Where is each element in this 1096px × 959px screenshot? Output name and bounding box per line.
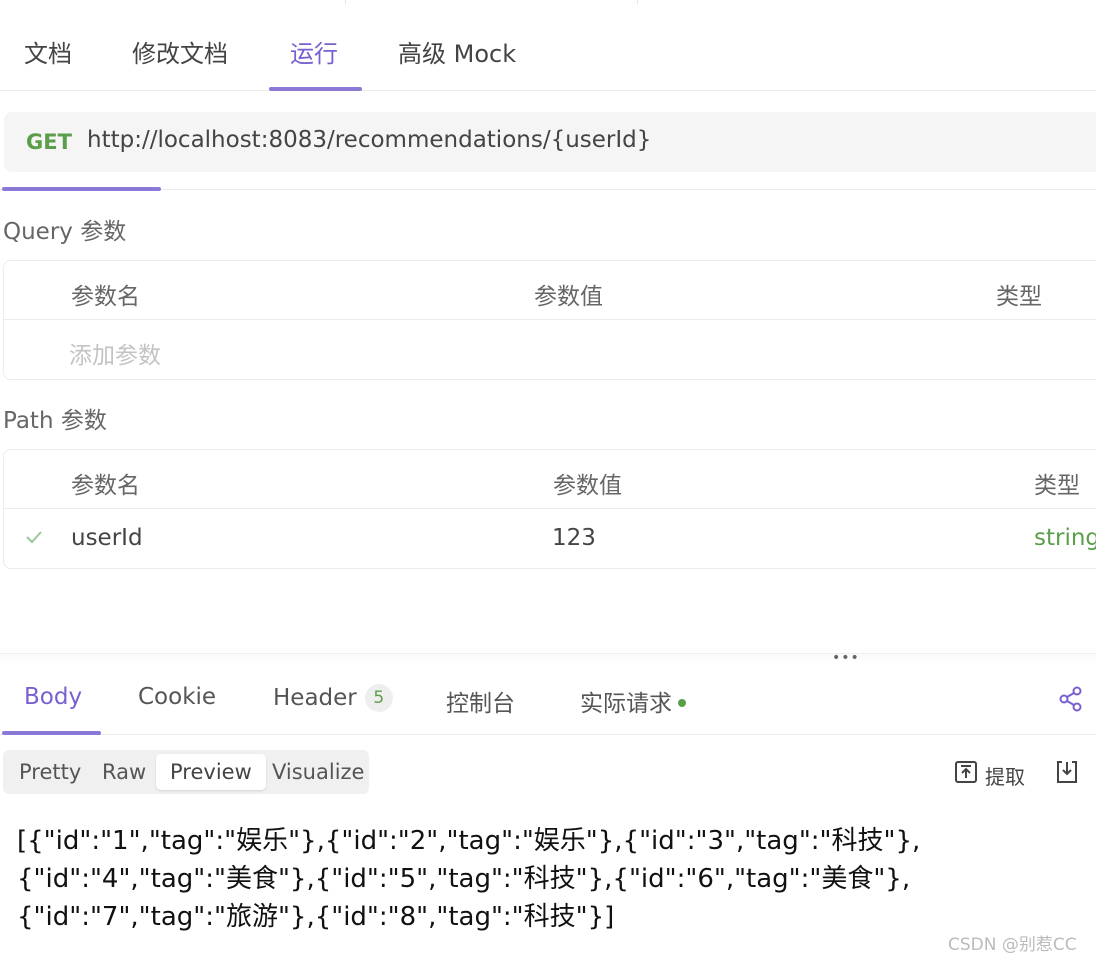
status-dot [678, 699, 686, 707]
watermark: CSDN @别惹CC [948, 935, 1077, 955]
top-strip [0, 0, 1096, 4]
tab-advanced-mock[interactable]: 高级 Mock [398, 34, 516, 69]
column-header-value: 参数值 [534, 284, 603, 310]
share-icon[interactable] [1058, 686, 1084, 712]
top-tab-bar: 文档 修改文档 运行 高级 Mock [0, 20, 1096, 91]
column-header-name: 参数名 [71, 473, 140, 499]
request-url[interactable]: http://localhost:8083/recommendations/{u… [87, 127, 651, 153]
add-param-row[interactable]: 添加参数 [4, 320, 1096, 379]
param-type-cell[interactable]: string [1034, 525, 1096, 551]
active-tab-indicator [2, 731, 101, 735]
active-sub-tab-indicator [2, 187, 161, 191]
table-header-row: 参数名 参数值 类型 [4, 450, 1096, 509]
tab-header[interactable]: Header 5 [273, 684, 393, 712]
drag-handle-icon[interactable]: ••• [832, 651, 860, 665]
tab-actual-request-label: 实际请求 [580, 691, 672, 717]
tab-header-label: Header [273, 685, 357, 711]
add-param-input[interactable]: 添加参数 [69, 336, 161, 370]
tab-actual-request[interactable]: 实际请求 [580, 684, 686, 718]
tab-console[interactable]: 控制台 [446, 684, 515, 718]
response-body-line: {"id":"7","tag":"旅游"},{"id":"8","tag":"科… [17, 902, 615, 932]
response-tab-bar: Body Cookie Header 5 控制台 实际请求 [0, 668, 1096, 735]
param-name-cell[interactable]: userId [71, 525, 143, 551]
query-params-table: 参数名 参数值 类型 添加参数 [3, 260, 1096, 380]
divider [637, 0, 638, 4]
path-params-table: 参数名 参数值 类型 userId 123 string [3, 449, 1096, 569]
view-visualize-button[interactable]: Visualize [258, 754, 378, 790]
response-body-line: {"id":"4","tag":"美食"},{"id":"5","tag":"科… [17, 864, 911, 894]
view-mode-switch: Pretty Raw Preview Visualize [3, 750, 369, 794]
panel-splitter[interactable] [0, 653, 1096, 663]
divider [345, 0, 346, 4]
response-body[interactable]: [{"id":"1","tag":"娱乐"},{"id":"2","tag":"… [17, 822, 1077, 936]
view-preview-button[interactable]: Preview [156, 754, 266, 790]
active-tab-indicator [269, 87, 362, 91]
query-params-title: Query 参数 [3, 219, 127, 245]
request-sub-tab-bar [0, 184, 1096, 191]
tab-body[interactable]: Body [24, 684, 82, 710]
view-pretty-button[interactable]: Pretty [5, 754, 95, 790]
request-url-bar[interactable]: GET http://localhost:8083/recommendation… [4, 112, 1096, 172]
extract-icon [955, 761, 977, 783]
table-header-row: 参数名 参数值 类型 [4, 261, 1096, 320]
path-params-title: Path 参数 [3, 408, 107, 434]
extract-label: 提取 [985, 765, 1025, 789]
column-header-value: 参数值 [553, 473, 622, 499]
http-method[interactable]: GET [26, 130, 72, 154]
column-header-type: 类型 [996, 284, 1042, 310]
download-icon[interactable] [1054, 759, 1080, 785]
tab-edit-docs[interactable]: 修改文档 [132, 34, 228, 69]
header-count-badge: 5 [364, 684, 393, 712]
column-header-name: 参数名 [71, 284, 140, 310]
check-icon[interactable] [24, 527, 44, 547]
tab-docs[interactable]: 文档 [24, 34, 72, 69]
tab-run[interactable]: 运行 [290, 34, 338, 69]
column-header-type: 类型 [1034, 473, 1080, 499]
tab-cookie[interactable]: Cookie [138, 684, 216, 710]
view-raw-button[interactable]: Raw [88, 754, 160, 790]
table-row: userId 123 string [4, 509, 1096, 568]
response-body-line: [{"id":"1","tag":"娱乐"},{"id":"2","tag":"… [17, 826, 921, 856]
param-value-cell[interactable]: 123 [552, 525, 596, 551]
